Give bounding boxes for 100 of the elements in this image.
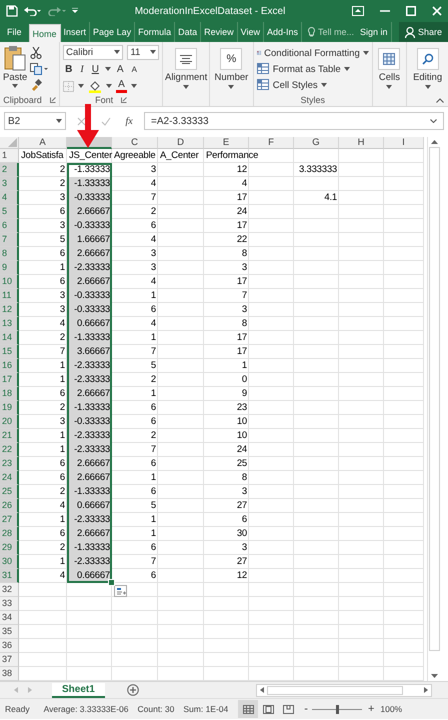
selected-cell[interactable]: 2.66667 [67, 471, 112, 485]
row-header[interactable]: 26 [0, 499, 19, 513]
selected-cell[interactable]: -2.33333 [67, 359, 112, 373]
row-header[interactable]: 32 [0, 583, 19, 597]
fill-handle[interactable] [108, 579, 115, 586]
normal-view-button[interactable] [238, 700, 258, 718]
selected-cell[interactable]: 2.66667 [67, 527, 112, 541]
row-header[interactable]: 18 [0, 387, 19, 401]
row-header[interactable]: 33 [0, 597, 19, 611]
row-header[interactable]: 6 [0, 219, 19, 233]
selected-cell[interactable]: 2.66667 [67, 247, 112, 261]
underline-button[interactable]: U [90, 64, 101, 74]
ribbon-tab[interactable]: File [0, 22, 29, 42]
row-header[interactable]: 21 [0, 429, 19, 443]
save-icon[interactable] [6, 5, 18, 17]
selected-cell[interactable]: -2.33333 [67, 555, 112, 569]
row-header[interactable]: 14 [0, 331, 19, 345]
column-header[interactable]: G [294, 137, 339, 149]
editing-button[interactable]: Editing [407, 42, 448, 106]
row-header[interactable]: 19 [0, 401, 19, 415]
scroll-thumb[interactable] [267, 686, 403, 694]
row-header[interactable]: 4 [0, 191, 19, 205]
column-header[interactable]: F [249, 137, 294, 149]
styles-menu-button[interactable]: Conditional Formatting [256, 46, 369, 60]
row-header[interactable]: 17 [0, 373, 19, 387]
undo-icon[interactable] [24, 6, 42, 16]
row-header[interactable]: 31 [0, 569, 19, 583]
styles-menu-button[interactable]: Cell Styles [256, 78, 369, 92]
grow-font-button[interactable]: A [114, 64, 126, 74]
tell-me-field[interactable]: Tell me... [302, 22, 358, 42]
selected-cell[interactable]: -1.33333 [67, 163, 112, 177]
fill-color-icon[interactable] [88, 80, 102, 92]
row-header[interactable]: 9 [0, 261, 19, 275]
quick-analysis-icon[interactable] [114, 585, 127, 597]
scroll-thumb[interactable] [429, 147, 440, 651]
row-header[interactable]: 27 [0, 513, 19, 527]
font-color-button[interactable]: A [116, 80, 127, 92]
row-header[interactable]: 10 [0, 275, 19, 289]
sheet-tab[interactable]: Sheet1 [52, 682, 105, 698]
dialog-launcher-icon[interactable] [50, 96, 56, 102]
styles-menu-button[interactable]: Format as Table [256, 62, 369, 76]
number-button[interactable]: % Number [210, 42, 254, 106]
copy-icon[interactable] [30, 63, 48, 75]
row-header[interactable]: 15 [0, 345, 19, 359]
selected-cell[interactable]: -1.33333 [67, 485, 112, 499]
row-header[interactable]: 20 [0, 415, 19, 429]
scroll-left-icon[interactable] [260, 687, 264, 693]
bold-button[interactable]: B [63, 64, 74, 74]
row-header[interactable]: 13 [0, 317, 19, 331]
row-header[interactable]: 3 [0, 177, 19, 191]
row-header[interactable]: 36 [0, 639, 19, 653]
column-header[interactable]: E [204, 137, 249, 149]
row-header[interactable]: 30 [0, 555, 19, 569]
cells-button[interactable]: Cells [372, 42, 408, 106]
row-header[interactable]: 25 [0, 485, 19, 499]
zoom-out-button[interactable]: - [304, 703, 308, 715]
row-header[interactable]: 38 [0, 667, 19, 681]
selected-cell[interactable]: 2.66667 [67, 205, 112, 219]
row-header[interactable]: 34 [0, 611, 19, 625]
selected-cell[interactable]: -2.33333 [67, 373, 112, 387]
formula-field[interactable]: =A2-3.33333 [144, 112, 444, 130]
selected-cell[interactable]: -1.33333 [67, 331, 112, 345]
row-header[interactable]: 2 [0, 163, 19, 177]
vertical-scrollbar[interactable] [427, 137, 441, 681]
selected-cell[interactable]: -1.33333 [67, 541, 112, 555]
selected-cell[interactable]: -1.33333 [67, 177, 112, 191]
selected-cell[interactable]: -2.33333 [67, 443, 112, 457]
close-icon[interactable] [432, 6, 442, 16]
selected-cell[interactable]: 2.66667 [67, 275, 112, 289]
selected-cell[interactable]: -0.33333 [67, 219, 112, 233]
maximize-icon[interactable] [406, 6, 416, 16]
font-name-dropdown[interactable]: Calibri [63, 44, 124, 60]
font-size-dropdown[interactable]: 11 [127, 44, 160, 60]
scroll-right-icon[interactable] [424, 687, 428, 693]
selected-cell[interactable]: -2.33333 [67, 429, 112, 443]
selected-cell[interactable]: 2.66667 [67, 387, 112, 401]
ribbon-display-icon[interactable] [352, 6, 364, 16]
expand-icon[interactable] [430, 119, 437, 123]
selected-cell[interactable]: -2.33333 [67, 513, 112, 527]
italic-button[interactable]: I [78, 64, 86, 74]
zoom-in-button[interactable]: + [368, 703, 374, 715]
collapse-ribbon-icon[interactable] [436, 98, 444, 103]
row-header[interactable]: 35 [0, 625, 19, 639]
selected-cell[interactable]: -0.33333 [67, 415, 112, 429]
row-header[interactable]: 29 [0, 541, 19, 555]
column-header[interactable]: A [19, 137, 67, 149]
share-button[interactable]: Share [398, 22, 448, 42]
paste-button[interactable]: Paste [3, 45, 28, 93]
selected-cell[interactable]: 0.66667 [67, 499, 112, 513]
row-header[interactable]: 12 [0, 303, 19, 317]
insert-function-button[interactable]: fx [125, 116, 133, 126]
horizontal-scrollbar[interactable] [256, 684, 432, 696]
borders-icon[interactable] [63, 80, 74, 92]
add-sheet-icon[interactable] [126, 684, 139, 696]
scroll-down-icon[interactable] [431, 674, 438, 678]
row-header[interactable]: 11 [0, 289, 19, 303]
row-header[interactable]: 23 [0, 457, 19, 471]
selected-cell[interactable]: -0.33333 [67, 303, 112, 317]
row-header[interactable]: 22 [0, 443, 19, 457]
row-header[interactable]: 24 [0, 471, 19, 485]
